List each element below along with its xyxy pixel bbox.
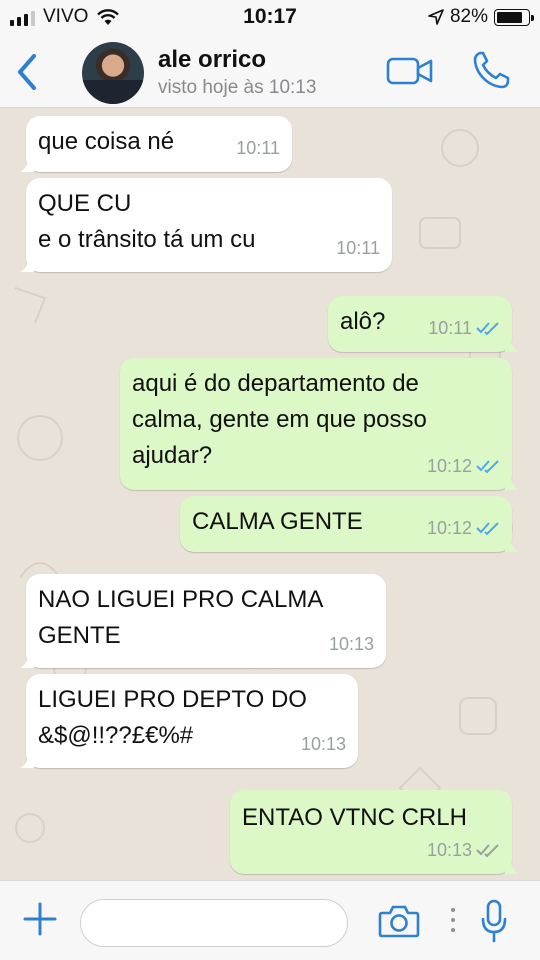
- message-text: LIGUEI PRO DEPTO DO &$@!!??£€%#: [38, 686, 307, 749]
- double-check-read-icon: [476, 460, 499, 473]
- bubble-tail: [505, 338, 519, 352]
- message-bubble-incoming[interactable]: LIGUEI PRO DEPTO DO &$@!!??£€%# 10:13: [20, 674, 358, 768]
- microphone-icon[interactable]: [480, 899, 508, 943]
- message-meta: 10:12: [427, 448, 500, 484]
- more-dots-icon[interactable]: [450, 905, 456, 935]
- message-bubble-outgoing[interactable]: aqui é do departamento de calma, gente e…: [120, 358, 519, 490]
- chat-header: ale orrico visto hoje às 10:13: [0, 36, 540, 108]
- bubble-tail: [20, 754, 34, 768]
- message-text: ENTAO VTNC CRLH: [242, 804, 467, 831]
- bubble-tail: [20, 654, 34, 668]
- message-time: 10:13: [328, 634, 374, 654]
- bubble-tail: [20, 158, 34, 172]
- message-time: 10:11: [428, 318, 472, 338]
- location-arrow-icon: [428, 9, 444, 25]
- message-text: NAO LIGUEI PRO CALMA GENTE: [38, 586, 324, 649]
- message-time: 10:11: [336, 238, 380, 258]
- message-meta: 10:13: [301, 726, 346, 762]
- back-chevron-icon[interactable]: [10, 50, 46, 94]
- status-bar: VIVO 10:17 82%: [0, 0, 540, 36]
- message-text: QUE CU e o trânsito tá um cu: [38, 190, 256, 253]
- last-seen-status: visto hoje às 10:13: [158, 77, 317, 98]
- message-time: 10:11: [236, 138, 280, 158]
- avatar[interactable]: [82, 42, 144, 104]
- bubble-tail: [505, 538, 519, 552]
- battery-level: [497, 11, 522, 23]
- input-bar: [0, 880, 540, 960]
- message-time: 10:13: [426, 840, 472, 860]
- phone-icon[interactable]: [472, 50, 510, 90]
- message-meta: 10:12: [427, 510, 500, 546]
- message-bubble-outgoing[interactable]: alô? 10:11: [328, 296, 519, 352]
- message-list[interactable]: que coisa né 10:11 QUE CU e o trânsito t…: [0, 108, 540, 880]
- battery-icon: [494, 8, 534, 26]
- message-time: 10:13: [300, 734, 346, 754]
- message-meta: 10:11: [336, 230, 380, 266]
- battery-percent: 82%: [449, 6, 488, 27]
- bubble-tail: [505, 860, 519, 874]
- message-bubble-incoming[interactable]: NAO LIGUEI PRO CALMA GENTE 10:13: [20, 574, 386, 668]
- contact-name[interactable]: ale orrico: [158, 46, 266, 74]
- double-check-read-icon: [476, 322, 499, 335]
- bubble-tail: [505, 476, 519, 490]
- message-meta: 10:11: [428, 310, 500, 346]
- message-bubble-incoming[interactable]: que coisa né 10:11: [20, 116, 292, 172]
- camera-icon[interactable]: [378, 903, 420, 939]
- message-bubble-incoming[interactable]: QUE CU e o trânsito tá um cu 10:11: [20, 178, 392, 272]
- message-bubble-outgoing[interactable]: ENTAO VTNC CRLH 10:13: [230, 790, 519, 874]
- status-right: 82%: [428, 6, 534, 28]
- video-camera-icon[interactable]: [386, 56, 434, 86]
- double-check-delivered-icon: [476, 844, 499, 857]
- message-meta: 10:11: [236, 130, 280, 166]
- message-time: 10:12: [426, 518, 472, 538]
- message-bubble-outgoing[interactable]: CALMA GENTE 10:12: [180, 496, 519, 552]
- bubble-tail: [20, 258, 34, 272]
- message-input[interactable]: [80, 899, 348, 947]
- message-meta: 10:13: [329, 626, 374, 662]
- double-check-read-icon: [476, 522, 499, 535]
- message-meta: 10:13: [427, 832, 500, 868]
- message-time: 10:12: [426, 456, 472, 476]
- plus-icon[interactable]: [22, 901, 58, 937]
